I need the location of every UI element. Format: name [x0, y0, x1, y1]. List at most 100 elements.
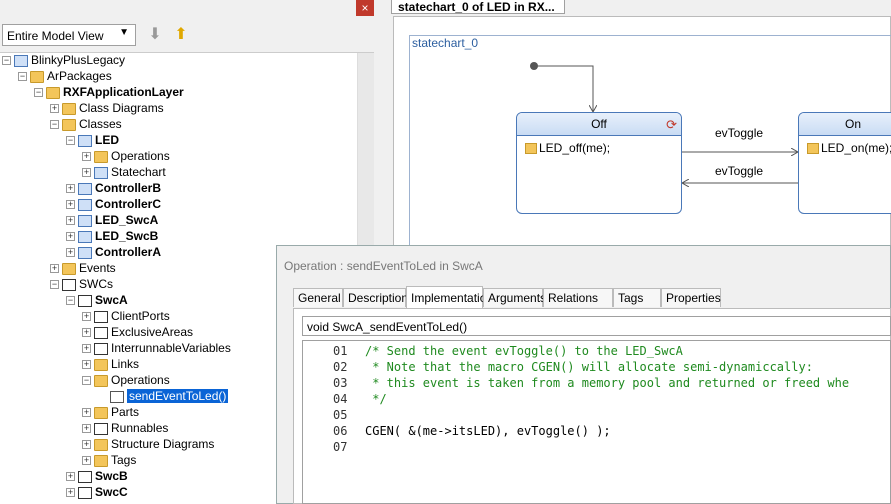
- collapse-icon[interactable]: −: [18, 72, 27, 82]
- action-icon: [807, 143, 819, 155]
- state-off[interactable]: Off ⟳ LED_off(me);: [516, 112, 682, 214]
- expand-icon[interactable]: +: [82, 456, 91, 466]
- tree-item[interactable]: − Classes: [50, 116, 122, 132]
- tree-item[interactable]: − ArPackages: [18, 68, 112, 84]
- expand-icon[interactable]: +: [66, 488, 75, 498]
- state-off-action-text: LED_off(me);: [539, 141, 611, 155]
- expand-icon[interactable]: +: [66, 184, 75, 194]
- tree-item[interactable]: + ControllerC: [66, 196, 161, 212]
- tree-item[interactable]: + ControllerA: [66, 244, 161, 260]
- tree-item[interactable]: − LED: [66, 132, 119, 148]
- tree-item[interactable]: + Class Diagrams: [50, 100, 164, 116]
- tab-description[interactable]: Description: [343, 288, 408, 307]
- line-text: * Note that the macro CGEN() will alloca…: [365, 360, 813, 374]
- tab-relations[interactable]: Relations: [543, 288, 613, 307]
- tab-general[interactable]: General: [293, 288, 343, 307]
- tree-item[interactable]: sendEventToLed(): [98, 388, 229, 404]
- signature-field[interactable]: void SwcA_sendEventToLed(): [302, 316, 891, 336]
- tab-tags[interactable]: Tags: [613, 288, 661, 307]
- expand-icon[interactable]: +: [82, 312, 91, 322]
- tree-item-label: Runnables: [111, 421, 169, 435]
- move-down-button[interactable]: ⬇: [146, 26, 164, 44]
- class-icon: [78, 134, 92, 147]
- tree-item-label: Structure Diagrams: [111, 437, 215, 451]
- tree-item[interactable]: + Operations: [82, 148, 170, 164]
- tree-item[interactable]: + LED_SwcA: [66, 212, 158, 228]
- tree-item[interactable]: − BlinkyPlusLegacy: [2, 52, 125, 68]
- tree-item-label: sendEventToLed(): [127, 389, 229, 403]
- statechart-icon: [94, 166, 108, 179]
- runnable-icon: [94, 422, 108, 435]
- expand-icon[interactable]: +: [66, 200, 75, 210]
- expand-icon[interactable]: +: [82, 328, 91, 338]
- folder-icon: [62, 262, 76, 275]
- tree-item[interactable]: + Runnables: [82, 420, 168, 436]
- tree-item-label: Events: [79, 261, 116, 275]
- tree-item[interactable]: − RXFApplicationLayer: [34, 84, 184, 100]
- collapse-icon[interactable]: −: [50, 280, 59, 290]
- dialog-title: Operation : sendEventToLed in SwcA: [284, 259, 483, 273]
- expand-icon[interactable]: +: [66, 472, 75, 482]
- expand-icon[interactable]: +: [82, 408, 91, 418]
- code-editor[interactable]: 01 /* Send the event evToggle() to the LE…: [302, 340, 891, 504]
- code-line: 07: [333, 439, 365, 455]
- port-icon: [94, 310, 108, 323]
- expand-icon[interactable]: +: [50, 104, 59, 114]
- collapse-icon[interactable]: −: [50, 120, 59, 130]
- exclusive-area-icon: [94, 326, 108, 339]
- collapse-icon[interactable]: −: [34, 88, 43, 98]
- expand-icon[interactable]: +: [82, 360, 91, 370]
- tree-item[interactable]: + Statechart: [82, 164, 166, 180]
- tree-item[interactable]: + SwcB: [66, 468, 128, 484]
- close-panel-button[interactable]: ×: [356, 0, 374, 16]
- tree-item[interactable]: + ClientPorts: [82, 308, 170, 324]
- folder-icon: [30, 70, 44, 83]
- transition-label-top[interactable]: evToggle: [715, 126, 763, 140]
- state-on[interactable]: On LED_on(me);: [798, 112, 891, 214]
- expand-icon[interactable]: +: [82, 168, 91, 178]
- collapse-icon[interactable]: −: [2, 56, 11, 66]
- refresh-icon: ⟳: [666, 117, 677, 132]
- tree-item[interactable]: + ExclusiveAreas: [82, 324, 193, 340]
- tree-item-label: Classes: [79, 117, 122, 131]
- default-transition: [534, 65, 593, 112]
- tree-item[interactable]: + Parts: [82, 404, 139, 420]
- line-number: 05: [333, 408, 348, 422]
- tree-item[interactable]: + Tags: [82, 452, 136, 468]
- expand-icon[interactable]: +: [82, 424, 91, 434]
- tree-item[interactable]: + Links: [82, 356, 139, 372]
- tree-item[interactable]: − Operations: [82, 372, 170, 388]
- tab-arguments[interactable]: Arguments: [483, 288, 546, 307]
- tab-properties[interactable]: Properties: [661, 288, 721, 307]
- collapse-icon[interactable]: −: [66, 296, 75, 306]
- expand-icon[interactable]: +: [66, 248, 75, 258]
- tree-item-label: Tags: [111, 453, 137, 467]
- expand-icon[interactable]: +: [50, 264, 59, 274]
- tab-implementation[interactable]: Implementation: [406, 286, 493, 308]
- tree-item[interactable]: + ControllerB: [66, 180, 161, 196]
- view-select[interactable]: Entire Model View ▼: [2, 24, 136, 46]
- signature-text: void SwcA_sendEventToLed(): [307, 320, 468, 334]
- code-line: 02 * Note that the macro CGEN() will all…: [333, 359, 813, 375]
- tree-item[interactable]: − SWCs: [50, 276, 113, 292]
- tree-item-label: Operations: [111, 149, 170, 163]
- box-icon: [78, 486, 92, 499]
- tree-item-label: Statechart: [111, 165, 166, 179]
- tree-item[interactable]: + LED_SwcB: [66, 228, 158, 244]
- expand-icon[interactable]: +: [82, 152, 91, 162]
- expand-icon[interactable]: +: [66, 216, 75, 226]
- tree-item[interactable]: + InterrunnableVariables: [82, 340, 231, 356]
- tree-item[interactable]: + Events: [50, 260, 116, 276]
- tree-item[interactable]: − SwcA: [66, 292, 128, 308]
- tree-item-label: SwcC: [95, 485, 128, 499]
- expand-icon[interactable]: +: [66, 232, 75, 242]
- collapse-icon[interactable]: −: [82, 376, 91, 386]
- expand-icon[interactable]: +: [82, 344, 91, 354]
- tree-item[interactable]: + SwcC: [66, 484, 128, 500]
- expand-icon[interactable]: +: [82, 440, 91, 450]
- tree-item[interactable]: + Structure Diagrams: [82, 436, 214, 452]
- tab-statechart[interactable]: statechart_0 of LED in RX...: [391, 0, 565, 14]
- move-up-button[interactable]: ⬆: [172, 26, 190, 44]
- collapse-icon[interactable]: −: [66, 136, 75, 146]
- transition-label-bottom[interactable]: evToggle: [715, 164, 763, 178]
